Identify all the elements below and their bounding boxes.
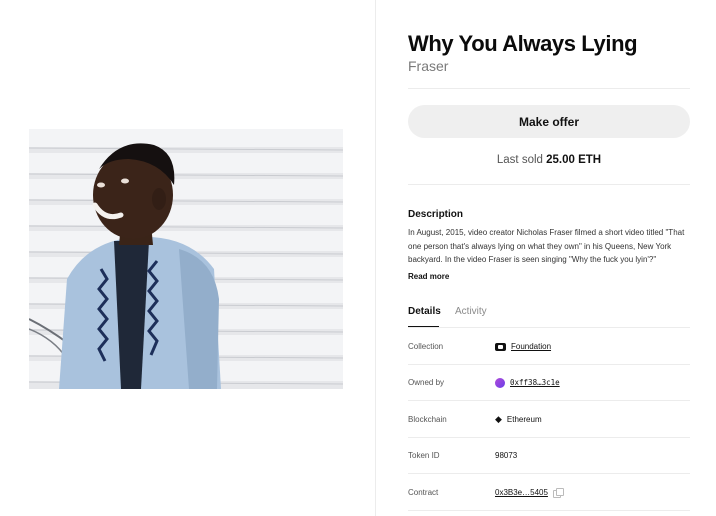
description-text: In August, 2015, video creator Nicholas … [408,228,685,264]
copy-icon[interactable] [552,488,564,498]
details-pane: Why You Always Lying Fraser Make offer L… [408,0,690,516]
last-sold: Last sold 25.00 ETH [408,154,690,166]
detail-tabs: Details Activity [408,306,690,328]
detail-row-blockchain: Blockchain ◆ Ethereum [408,401,690,438]
detail-row-owner: Owned by 0xff38…3c1e [408,364,690,401]
nft-title: Why You Always Lying [408,31,638,56]
make-offer-button[interactable]: Make offer [408,105,690,138]
collection-label: Collection [408,342,444,351]
detail-row-token-id: Token ID 98073 [408,437,690,474]
description-heading: Description [408,209,464,220]
tab-details[interactable]: Details [408,306,441,317]
last-sold-value: 25.00 ETH [546,154,602,166]
detail-row-contract: Contract 0x3B3e…5405 [408,474,690,511]
owned-by-label: Owned by [408,378,445,387]
divider [408,510,690,511]
read-more-link[interactable]: Read more [408,272,449,281]
last-sold-label: Last sold [496,154,543,166]
detail-row-collection: Collection Foundation [408,328,690,365]
token-id-label: Token ID [408,451,440,460]
blockchain-label: Blockchain [408,415,447,424]
blockchain-value: Ethereum [506,415,542,424]
token-id-value: 98073 [495,451,518,460]
avatar-icon [495,377,505,388]
media-pane [0,0,375,516]
contract-value-group: 0x3B3e…5405 [495,488,564,498]
foundation-logo-icon [495,342,506,351]
tab-activity[interactable]: Activity [455,306,487,317]
nft-artwork-image[interactable] [29,129,343,389]
owner-value-group[interactable]: 0xff38…3c1e [495,377,560,388]
divider [408,184,690,185]
owner-address-link[interactable]: 0xff38…3c1e [510,378,560,387]
divider [408,88,690,89]
pane-divider [375,0,376,516]
creator-name[interactable]: Fraser [408,58,448,74]
contract-address-link[interactable]: 0x3B3e…5405 [495,488,548,497]
ethereum-icon: ◆ [495,414,502,424]
contract-label: Contract [408,488,439,497]
blockchain-value-group: ◆ Ethereum [495,414,542,425]
collection-value-group[interactable]: Foundation [495,342,551,351]
collection-link[interactable]: Foundation [511,342,551,351]
